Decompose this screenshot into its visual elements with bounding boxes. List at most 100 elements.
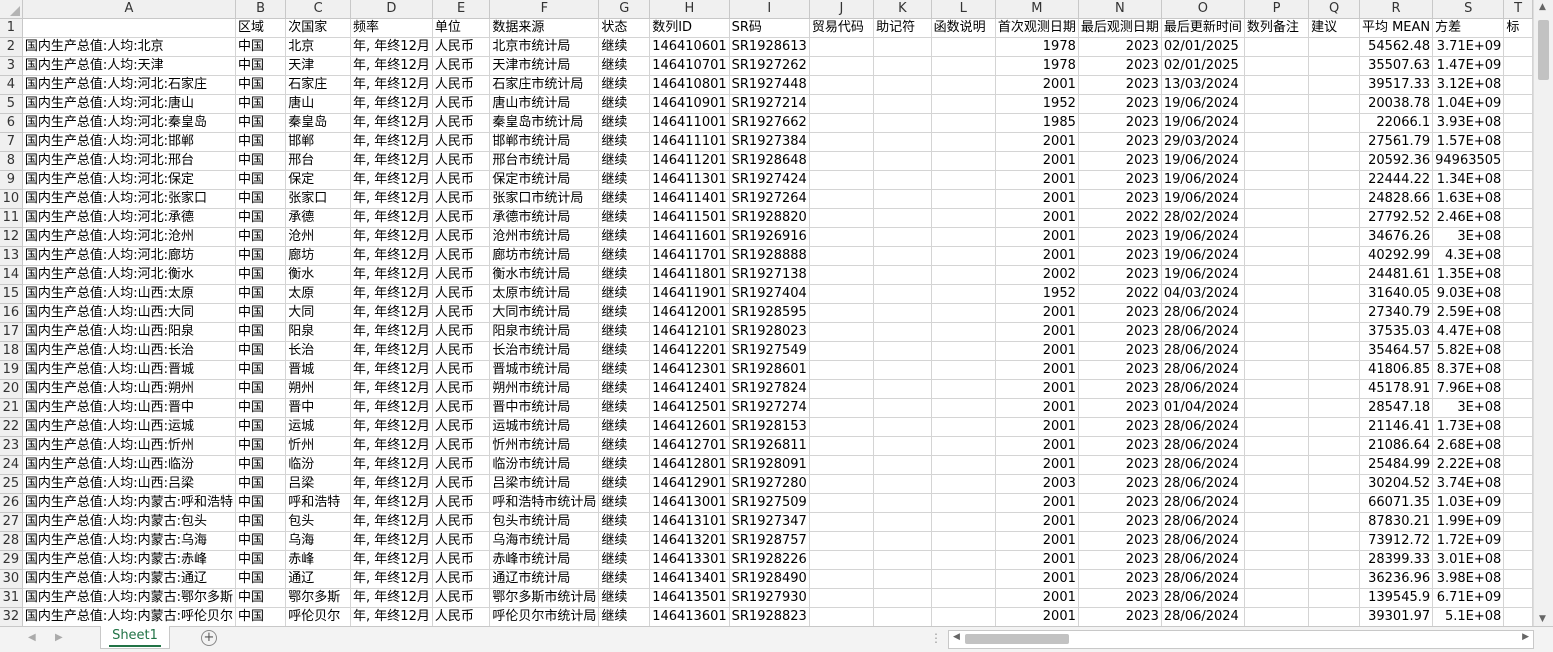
mean-cell[interactable]: 66071.35 [1359, 493, 1434, 513]
trade-code-cell[interactable] [809, 455, 875, 475]
empty-cell[interactable] [1503, 455, 1533, 475]
series-note-cell[interactable] [1244, 37, 1310, 57]
series-name-cell[interactable]: 国内生产总值:人均:河北:邯郸 [22, 132, 236, 152]
last-obs-cell[interactable]: 2023 [1078, 170, 1162, 190]
unit-cell[interactable]: 人民币 [432, 455, 491, 475]
first-obs-cell[interactable]: 2001 [995, 569, 1079, 589]
city-cell[interactable]: 天津 [285, 56, 352, 76]
first-obs-cell[interactable]: 2001 [995, 322, 1079, 342]
mnemonic-cell[interactable] [873, 113, 932, 133]
series-id-cell[interactable]: 146413101 [649, 512, 730, 532]
city-cell[interactable]: 运城 [285, 417, 352, 437]
last-obs-cell[interactable]: 2023 [1078, 360, 1162, 380]
series-id-cell[interactable]: 146411001 [649, 113, 730, 133]
series-id-cell[interactable]: 146411201 [649, 151, 730, 171]
city-cell[interactable]: 北京 [285, 37, 352, 57]
suggestion-cell[interactable] [1308, 341, 1360, 361]
sr-code-cell[interactable]: SR1926916 [729, 227, 810, 247]
series-id-cell[interactable]: 146413201 [649, 531, 730, 551]
mean-cell[interactable]: 22444.22 [1359, 170, 1434, 190]
mean-cell[interactable]: 31640.05 [1359, 284, 1434, 304]
last-obs-cell[interactable]: 2023 [1078, 417, 1162, 437]
trade-code-cell[interactable] [809, 398, 875, 418]
region-cell[interactable]: 中国 [235, 398, 287, 418]
mean-cell[interactable]: 54562.48 [1359, 37, 1434, 57]
series-name-cell[interactable]: 国内生产总值:人均:天津 [22, 56, 236, 76]
series-id-cell[interactable]: 146412901 [649, 474, 730, 494]
trade-code-cell[interactable] [809, 379, 875, 399]
mnemonic-cell[interactable] [873, 246, 932, 266]
row-header[interactable]: 23 [0, 436, 23, 456]
first-obs-cell[interactable]: 2003 [995, 474, 1079, 494]
empty-cell[interactable] [1503, 512, 1533, 532]
row-header[interactable]: 14 [0, 265, 23, 285]
series-name-cell[interactable]: 国内生产总值:人均:内蒙古:包头 [22, 512, 236, 532]
sr-code-cell[interactable]: SR1927280 [729, 474, 810, 494]
first-obs-cell[interactable]: 2001 [995, 436, 1079, 456]
mnemonic-cell[interactable] [873, 303, 932, 323]
mean-cell[interactable]: 30204.52 [1359, 474, 1434, 494]
mnemonic-cell[interactable] [873, 455, 932, 475]
suggestion-cell[interactable] [1308, 151, 1360, 171]
series-name-cell[interactable]: 国内生产总值:人均:山西:吕梁 [22, 474, 236, 494]
city-cell[interactable]: 邯郸 [285, 132, 352, 152]
variance-cell[interactable]: 1.47E+09 [1432, 56, 1505, 76]
function-cell[interactable] [931, 360, 996, 380]
variance-cell[interactable]: 3.12E+08 [1432, 75, 1505, 95]
source-cell[interactable]: 唐山市统计局 [489, 94, 600, 114]
suggestion-cell[interactable] [1308, 189, 1360, 209]
city-cell[interactable]: 大同 [285, 303, 352, 323]
function-cell[interactable] [931, 322, 996, 342]
function-cell[interactable] [931, 303, 996, 323]
variance-cell[interactable]: 3.93E+08 [1432, 113, 1505, 133]
series-note-cell[interactable] [1244, 379, 1310, 399]
suggestion-cell[interactable] [1308, 531, 1360, 551]
last-update-cell[interactable]: 19/06/2024 [1161, 170, 1245, 190]
frequency-cell[interactable]: 年, 年终12月 [350, 531, 433, 551]
row-header[interactable]: 6 [0, 113, 23, 133]
unit-cell[interactable]: 人民币 [432, 303, 491, 323]
mnemonic-cell[interactable] [873, 531, 932, 551]
sheet-nav-next-icon[interactable]: ▶ [55, 632, 63, 643]
empty-cell[interactable] [1503, 227, 1533, 247]
column-header-l[interactable]: L [931, 0, 996, 19]
trade-code-cell[interactable] [809, 360, 875, 380]
region-cell[interactable]: 中国 [235, 341, 287, 361]
status-cell[interactable]: 继续 [598, 398, 651, 418]
column-header-g[interactable]: G [598, 0, 651, 19]
row-header[interactable]: 28 [0, 531, 23, 551]
series-note-cell[interactable] [1244, 208, 1310, 228]
status-cell[interactable]: 继续 [598, 493, 651, 513]
sr-code-cell[interactable]: SR1926811 [729, 436, 810, 456]
function-cell[interactable] [931, 607, 996, 626]
function-cell[interactable] [931, 189, 996, 209]
source-cell[interactable]: 廊坊市统计局 [489, 246, 600, 266]
series-note-cell[interactable] [1244, 436, 1310, 456]
region-cell[interactable]: 中国 [235, 265, 287, 285]
column-header-r[interactable]: R [1359, 0, 1434, 19]
row-header[interactable]: 9 [0, 170, 23, 190]
mnemonic-cell[interactable] [873, 588, 932, 608]
unit-cell[interactable]: 人民币 [432, 474, 491, 494]
variance-cell[interactable]: 3.74E+08 [1432, 474, 1505, 494]
mean-cell[interactable]: 73912.72 [1359, 531, 1434, 551]
last-update-cell[interactable]: 19/06/2024 [1161, 246, 1245, 266]
series-id-cell[interactable]: 146412301 [649, 360, 730, 380]
last-obs-cell[interactable]: 2023 [1078, 379, 1162, 399]
last-obs-cell[interactable]: 2022 [1078, 208, 1162, 228]
series-name-cell[interactable]: 国内生产总值:人均:山西:忻州 [22, 436, 236, 456]
column-header-o[interactable]: O [1161, 0, 1245, 19]
last-obs-cell[interactable]: 2023 [1078, 189, 1162, 209]
first-obs-cell[interactable]: 2001 [995, 303, 1079, 323]
row-header[interactable]: 8 [0, 151, 23, 171]
column-header-t[interactable]: T [1503, 0, 1533, 19]
region-cell[interactable]: 中国 [235, 588, 287, 608]
series-name-cell[interactable]: 国内生产总值:人均:北京 [22, 37, 236, 57]
first-obs-cell[interactable]: 2001 [995, 607, 1079, 626]
variance-cell[interactable]: 5.82E+08 [1432, 341, 1505, 361]
frequency-cell[interactable]: 年, 年终12月 [350, 474, 433, 494]
series-name-cell[interactable]: 国内生产总值:人均:河北:廊坊 [22, 246, 236, 266]
variance-cell[interactable]: 2.68E+08 [1432, 436, 1505, 456]
mnemonic-cell[interactable] [873, 360, 932, 380]
mnemonic-cell[interactable] [873, 56, 932, 76]
